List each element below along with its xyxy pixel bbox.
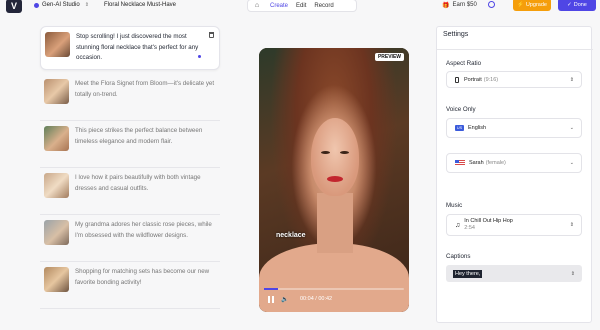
chevron-updown-icon: ⇕ xyxy=(84,2,89,8)
voice-label: Voice Only xyxy=(446,106,476,113)
scene-thumbnail[interactable] xyxy=(44,126,69,151)
scene-thumbnail[interactable] xyxy=(44,173,69,198)
music-note-icon: ♫ xyxy=(455,221,461,229)
done-label: Done xyxy=(573,1,587,8)
script-list: Stop scrolling! I just discovered the mo… xyxy=(40,26,220,309)
top-bar: V Gen-AI Studio ⇕ Floral Necklace Must-H… xyxy=(0,0,600,14)
aspect-ratio-value: Portrait xyxy=(464,76,482,83)
settings-panel: Settings Aspect Ratio Portrait (9:16) ⇕ … xyxy=(436,26,593,323)
language-value: English xyxy=(468,125,487,131)
video-preview[interactable]: PREVIEW necklace 🔈 00:04 / 00:42 xyxy=(259,48,409,312)
music-duration: 2:54 xyxy=(464,225,475,231)
earn-link[interactable]: 🎁 Earn $50 xyxy=(442,2,477,9)
mode-switcher: ⌂ Create Edit Record xyxy=(247,0,357,12)
phone-icon xyxy=(455,76,459,83)
caption-style-preview: Hey there, xyxy=(453,269,483,278)
gift-icon: 🎁 xyxy=(442,3,450,9)
volume-icon[interactable]: 🔈 xyxy=(281,296,288,303)
tab-record[interactable]: Record xyxy=(310,3,337,9)
script-text[interactable]: I love how it pairs beautifully with bot… xyxy=(75,173,216,206)
script-item[interactable]: Meet the Flora Signet from Bloom—it's de… xyxy=(40,74,220,121)
app-logo[interactable]: V xyxy=(6,0,22,13)
script-text[interactable]: This piece strikes the perfect balance b… xyxy=(75,126,216,159)
script-text[interactable]: Stop scrolling! I just discovered the mo… xyxy=(76,32,215,61)
voice-sub: (female) xyxy=(485,160,506,166)
progress-bar[interactable] xyxy=(264,288,404,290)
us-flag-icon: US xyxy=(455,125,464,131)
chevron-updown-icon: ⇕ xyxy=(569,222,574,228)
music-label: Music xyxy=(446,202,463,209)
voice-select[interactable]: Sarah (female) ⌄ xyxy=(446,153,582,173)
workspace-selector[interactable]: Gen-AI Studio ⇕ xyxy=(34,2,89,8)
done-button[interactable]: ✓ Done xyxy=(558,0,596,11)
scene-thumbnail[interactable] xyxy=(44,79,69,104)
script-text[interactable]: My grandma adores her classic rose piece… xyxy=(75,220,216,253)
cursor-dot xyxy=(198,55,201,58)
time-display: 00:04 / 00:42 xyxy=(300,296,333,302)
aspect-ratio-sub: (9:16) xyxy=(483,76,499,83)
project-title[interactable]: Floral Necklace Must-Have xyxy=(104,2,176,8)
divider xyxy=(437,49,593,50)
trash-icon[interactable] xyxy=(209,32,214,38)
help-icon[interactable] xyxy=(488,1,495,8)
aspect-ratio-select[interactable]: Portrait (9:16) ⇕ xyxy=(446,71,582,88)
upgrade-label: Upgrade xyxy=(525,1,547,8)
tab-edit[interactable]: Edit xyxy=(292,3,310,9)
workspace-icon xyxy=(34,2,39,8)
script-item[interactable]: I love how it pairs beautifully with bot… xyxy=(40,168,220,215)
home-icon[interactable]: ⌂ xyxy=(248,2,266,9)
video-caption: necklace xyxy=(276,232,306,239)
tab-create[interactable]: Create xyxy=(266,3,292,9)
chevron-down-icon: ⌄ xyxy=(569,160,574,166)
us-flag-icon xyxy=(455,160,465,166)
player-controls: 🔈 00:04 / 00:42 xyxy=(259,294,409,308)
chevron-updown-icon: ⇕ xyxy=(569,76,574,83)
app-root: V Gen-AI Studio ⇕ Floral Necklace Must-H… xyxy=(0,0,600,330)
script-item[interactable]: My grandma adores her classic rose piece… xyxy=(40,215,220,262)
chevron-updown-icon: ⇕ xyxy=(570,270,575,277)
music-select[interactable]: ♫ In Chill Out Hip Hop 2:54 ⇕ xyxy=(446,214,582,236)
preview-badge: PREVIEW xyxy=(374,53,404,61)
scene-thumbnail[interactable] xyxy=(44,267,69,292)
chevron-down-icon: ⌄ xyxy=(569,125,574,131)
language-select[interactable]: US English ⌄ xyxy=(446,118,582,138)
script-item[interactable]: This piece strikes the perfect balance b… xyxy=(40,121,220,168)
captions-label: Captions xyxy=(446,253,471,260)
workspace-name: Gen-AI Studio xyxy=(42,2,80,8)
pause-icon[interactable] xyxy=(268,296,274,303)
script-item[interactable]: Shopping for matching sets has become ou… xyxy=(40,262,220,309)
progress-fill xyxy=(264,288,278,290)
captions-select[interactable]: Hey there, ⇕ xyxy=(446,265,582,282)
upgrade-button[interactable]: ⚡ Upgrade xyxy=(513,0,551,11)
script-item[interactable]: Stop scrolling! I just discovered the mo… xyxy=(40,26,220,70)
earn-label: Earn $50 xyxy=(452,2,477,8)
settings-title: Settings xyxy=(443,31,469,38)
aspect-ratio-label: Aspect Ratio xyxy=(446,60,482,67)
script-text[interactable]: Meet the Flora Signet from Bloom—it's de… xyxy=(75,79,216,112)
voice-name: Sarah xyxy=(469,160,484,166)
scene-thumbnail[interactable] xyxy=(44,220,69,245)
script-text[interactable]: Shopping for matching sets has become ou… xyxy=(75,267,216,300)
music-title: In Chill Out Hip Hop xyxy=(464,218,513,224)
scene-thumbnail[interactable] xyxy=(45,32,70,57)
lightning-icon: ⚡ xyxy=(517,1,524,8)
check-icon: ✓ xyxy=(567,1,572,8)
